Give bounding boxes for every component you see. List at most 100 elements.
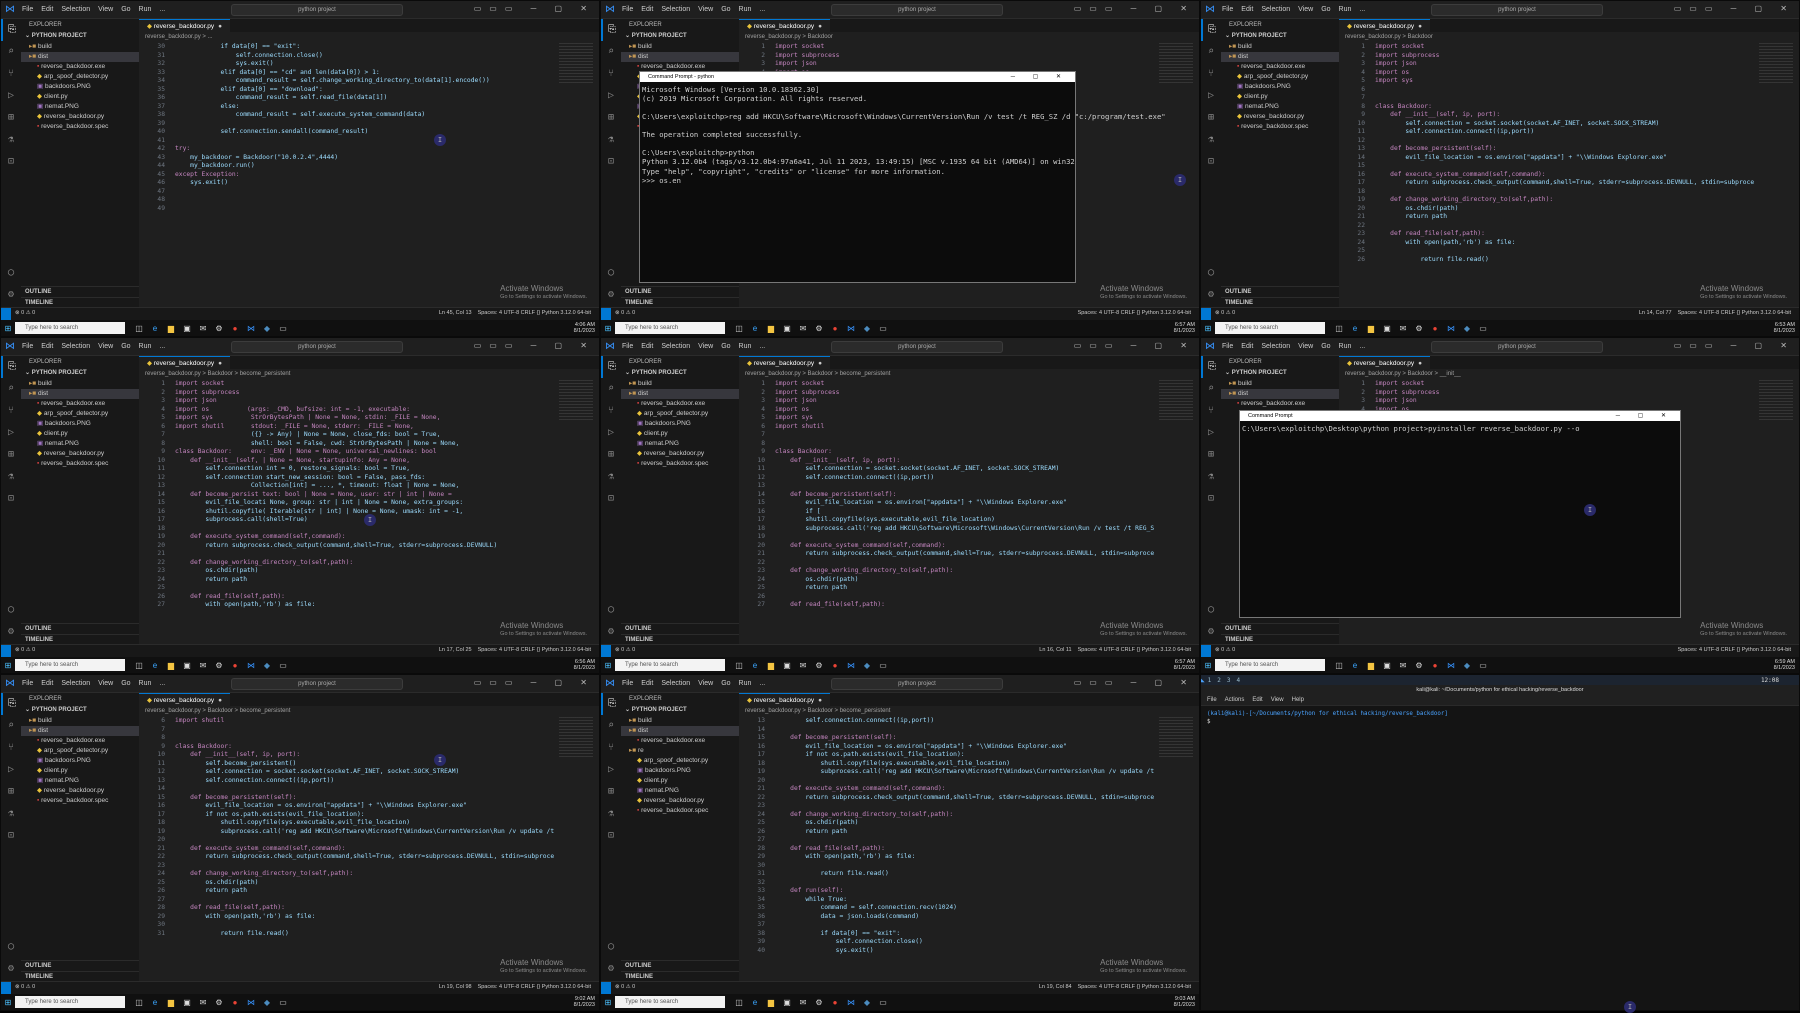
settings-icon[interactable]: ⚙ — [811, 324, 827, 333]
window-controls[interactable]: ▭▭▭ ─ ▢ ✕ — [474, 4, 595, 13]
cursor-position[interactable]: Ln 17, Col 25 — [439, 647, 472, 653]
workspace-button[interactable]: 1 — [1208, 677, 1212, 684]
editor-tab[interactable]: ◆ reverse_backdoor.py ● — [739, 356, 831, 369]
manage-gear-icon[interactable]: ⚙ — [1, 621, 21, 643]
files-icon[interactable]: ⎘ — [1, 693, 21, 715]
file-tree-item[interactable]: ▪ reverse_backdoor.exe — [21, 62, 139, 72]
menu-item[interactable]: Go — [121, 6, 130, 13]
project-folder[interactable]: ⌄ PYTHON PROJECT — [1221, 31, 1339, 42]
run-debug-icon[interactable]: ▷ — [1, 85, 21, 107]
problems-indicator[interactable]: ⊗ 0 ⚠ 0 — [1215, 645, 1235, 656]
testing-icon[interactable]: ⚗ — [601, 803, 621, 825]
account-icon[interactable]: ◯ — [1201, 262, 1221, 284]
terminal-icon[interactable]: ▭ — [275, 998, 291, 1007]
terminal-output[interactable]: (kali@kali)-[~/Documents/python for ethi… — [1201, 706, 1799, 730]
task-view-icon[interactable]: ◫ — [731, 324, 747, 333]
search-icon[interactable]: ⌕ — [601, 41, 621, 63]
menu-item[interactable]: Run — [739, 680, 752, 687]
python-icon[interactable]: ◆ — [859, 324, 875, 333]
editor-tab[interactable]: ◆ reverse_backdoor.py ● — [1339, 19, 1431, 32]
kali-menu-icon[interactable]: ◣ — [1201, 677, 1205, 684]
problems-indicator[interactable]: ⊗ 0 ⚠ 0 — [15, 982, 35, 993]
menu-item[interactable]: File — [22, 6, 33, 13]
task-view-icon[interactable]: ◫ — [131, 998, 147, 1007]
extensions-icon[interactable]: ⊞ — [1201, 444, 1221, 466]
python-icon[interactable]: ◆ — [1459, 661, 1475, 670]
cmd-window-controls[interactable]: ─ ▢ ✕ — [1011, 72, 1069, 82]
command-center-search[interactable]: python project — [231, 678, 403, 690]
run-debug-icon[interactable]: ▷ — [601, 759, 621, 781]
outline-section[interactable]: OUTLINE — [1221, 623, 1339, 634]
outline-section[interactable]: OUTLINE — [621, 286, 739, 297]
window-controls[interactable]: ▭▭▭ ─ ▢ ✕ — [1674, 341, 1795, 350]
workspace-button[interactable]: 3 — [1227, 677, 1231, 684]
extensions-icon[interactable]: ⊞ — [601, 107, 621, 129]
cmd-output[interactable]: C:\Users\exploitchp\Desktop\python proje… — [1240, 421, 1680, 436]
vscode-icon[interactable]: ⋈ — [243, 324, 259, 333]
file-tree-item[interactable]: ▪ reverse_backdoor.exe — [1221, 399, 1339, 409]
vscode-icon[interactable]: ⋈ — [843, 998, 859, 1007]
menu-item[interactable]: Run — [139, 343, 152, 350]
code-view[interactable]: 1 import socket 2 import subprocess 3 import … — [739, 380, 1154, 645]
start-button[interactable]: ⊞ — [601, 661, 615, 670]
minimap[interactable] — [559, 380, 593, 420]
menu-item[interactable]: Selection — [61, 6, 90, 13]
remote-icon[interactable]: ⊡ — [601, 488, 621, 510]
manage-gear-icon[interactable]: ⚙ — [1, 284, 21, 306]
minimap[interactable] — [1159, 380, 1193, 420]
file-tree-item[interactable]: ▪ reverse_backdoor.spec — [621, 806, 739, 816]
start-button[interactable]: ⊞ — [1, 998, 15, 1007]
testing-icon[interactable]: ⚗ — [601, 129, 621, 151]
menu-item[interactable]: Selection — [661, 6, 690, 13]
terminal-icon[interactable]: ▭ — [275, 324, 291, 333]
vscode-icon[interactable]: ⋈ — [843, 661, 859, 670]
account-icon[interactable]: ◯ — [1, 599, 21, 621]
window-controls[interactable]: ▭▭▭ ─ ▢ ✕ — [1074, 678, 1195, 687]
file-tree-item[interactable]: ▸■ dist — [1221, 52, 1339, 62]
store-icon[interactable]: ▣ — [179, 661, 195, 670]
terminal-icon[interactable]: ▭ — [875, 661, 891, 670]
mail-icon[interactable]: ✉ — [1395, 661, 1411, 670]
file-tree-item[interactable]: ▸■ build — [621, 42, 739, 52]
edge-icon[interactable]: e — [147, 324, 163, 333]
file-tree-item[interactable]: ▸■ dist — [21, 389, 139, 399]
run-debug-icon[interactable]: ▷ — [1201, 422, 1221, 444]
settings-icon[interactable]: ⚙ — [811, 998, 827, 1007]
source-control-icon[interactable]: ⑂ — [601, 63, 621, 85]
command-prompt-window[interactable]: Command Prompt - python ─ ▢ ✕ Microsoft Wi… — [639, 71, 1166, 283]
project-folder[interactable]: ⌄ PYTHON PROJECT — [621, 31, 739, 42]
menu-item[interactable]: Edit — [641, 343, 653, 350]
python-icon[interactable]: ◆ — [859, 998, 875, 1007]
file-tree-item[interactable]: ◆ arp_spoof_detector.py — [1221, 72, 1339, 82]
task-view-icon[interactable]: ◫ — [1331, 661, 1347, 670]
minimap[interactable] — [559, 717, 593, 757]
remote-icon[interactable]: ⊡ — [1201, 151, 1221, 173]
command-center-search[interactable]: python project — [1431, 341, 1603, 353]
editor-tab[interactable]: ◆ reverse_backdoor.py ● — [739, 19, 831, 32]
file-tree-item[interactable]: ▸■ re — [621, 746, 739, 756]
minimap[interactable] — [1159, 717, 1193, 757]
vscode-icon[interactable]: ⋈ — [843, 324, 859, 333]
menu-item[interactable]: View — [698, 6, 713, 13]
status-details[interactable]: Spaces: 4 UTF-8 CRLF {} Python 3.12.0 64… — [1078, 310, 1191, 316]
testing-icon[interactable]: ⚗ — [1, 466, 21, 488]
file-explorer-icon[interactable]: ▆ — [763, 661, 779, 670]
search-icon[interactable]: ⌕ — [1, 715, 21, 737]
run-debug-icon[interactable]: ▷ — [1201, 85, 1221, 107]
menu-item[interactable]: Selection — [1261, 343, 1290, 350]
store-icon[interactable]: ▣ — [179, 998, 195, 1007]
manage-gear-icon[interactable]: ⚙ — [1, 958, 21, 980]
file-tree-item[interactable]: ▣ backdoors.PNG — [21, 419, 139, 429]
testing-icon[interactable]: ⚗ — [601, 466, 621, 488]
file-tree-item[interactable]: ▣ backdoors.PNG — [21, 756, 139, 766]
menu-item[interactable]: File — [622, 680, 633, 687]
store-icon[interactable]: ▣ — [1379, 324, 1395, 333]
command-prompt-window[interactable]: Command Prompt ─ ▢ ✕ C:\Users\exploitchp\D… — [1239, 410, 1681, 618]
chrome-icon[interactable]: ● — [827, 324, 843, 333]
file-tree-item[interactable]: ▪ reverse_backdoor.exe — [621, 736, 739, 746]
mail-icon[interactable]: ✉ — [795, 661, 811, 670]
chrome-icon[interactable]: ● — [827, 998, 843, 1007]
testing-icon[interactable]: ⚗ — [1201, 466, 1221, 488]
menu-item[interactable]: Go — [721, 680, 730, 687]
menu-item[interactable]: View — [1298, 6, 1313, 13]
